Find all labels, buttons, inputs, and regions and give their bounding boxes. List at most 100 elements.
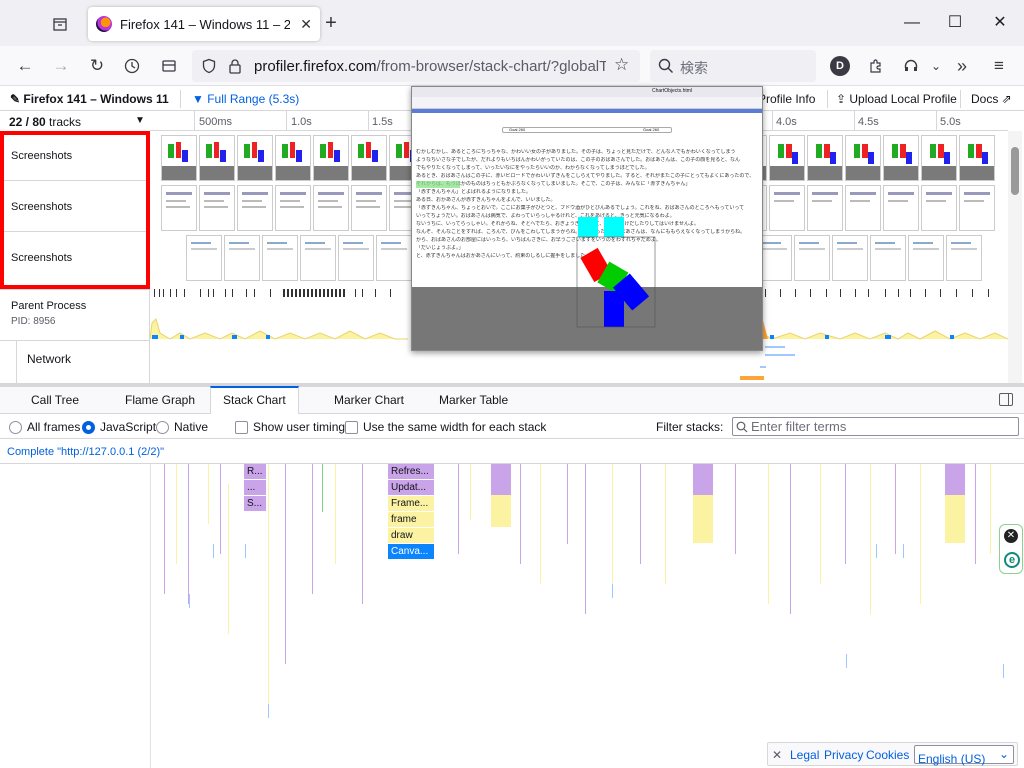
close-footer-icon[interactable]: ✕ bbox=[772, 748, 782, 762]
breadcrumb-item[interactable]: Complete "http://127.0.0.1 (2/2)" bbox=[7, 446, 164, 458]
sidebar-toggle-icon[interactable] bbox=[999, 393, 1013, 406]
e-logo-icon[interactable]: e bbox=[1004, 552, 1020, 568]
screenshot-thumbnail[interactable] bbox=[186, 235, 222, 281]
screenshot-thumbnail[interactable] bbox=[845, 135, 881, 181]
stack-frame[interactable]: frame bbox=[388, 512, 434, 527]
stack-column[interactable] bbox=[693, 464, 713, 543]
screenshot-thumbnail[interactable] bbox=[300, 235, 336, 281]
screenshots-track-labels[interactable]: Screenshots Screenshots Screenshots bbox=[0, 131, 150, 289]
stack-frame[interactable]: Refres... bbox=[388, 464, 434, 479]
screenshot-thumbnail[interactable] bbox=[921, 135, 957, 181]
lock-icon[interactable] bbox=[228, 58, 242, 74]
privacy-link[interactable]: Privacy bbox=[824, 748, 863, 762]
screenshot-thumbnail[interactable] bbox=[161, 135, 197, 181]
screenshot-thumbnail[interactable] bbox=[161, 185, 197, 231]
headset-button[interactable] bbox=[897, 52, 925, 80]
search-bar[interactable]: 検索 bbox=[650, 50, 816, 82]
stack-frame[interactable]: Canva... bbox=[388, 544, 434, 559]
screenshot-thumbnail[interactable] bbox=[313, 135, 349, 181]
hamburger-menu-icon[interactable]: ≡ bbox=[985, 52, 1013, 80]
legal-link[interactable]: Legal bbox=[790, 748, 819, 762]
network-track-label[interactable]: Network bbox=[16, 340, 150, 383]
timeline-scrollbar[interactable] bbox=[1008, 131, 1022, 383]
stack-frame[interactable]: Frame... bbox=[388, 496, 434, 511]
forward-button[interactable]: → bbox=[47, 52, 75, 80]
screenshot-thumbnail[interactable] bbox=[275, 135, 311, 181]
stack-frame[interactable]: R... bbox=[244, 464, 266, 479]
filter-stacks-input[interactable]: Enter filter terms bbox=[732, 417, 1019, 436]
maximize-button[interactable]: ☐ bbox=[940, 8, 970, 38]
extensions-button[interactable] bbox=[862, 52, 890, 80]
screenshot-thumbnail[interactable] bbox=[275, 185, 311, 231]
screenshot-thumbnail[interactable] bbox=[883, 135, 919, 181]
screenshot-thumbnail[interactable] bbox=[313, 185, 349, 231]
bookmark-star-icon[interactable]: ☆ bbox=[614, 55, 629, 75]
overflow-menu-icon[interactable]: » bbox=[948, 52, 976, 80]
stack-chart[interactable]: R... ... S... Refres... Updat... Frame..… bbox=[0, 464, 1024, 768]
screenshot-thumbnail[interactable] bbox=[807, 185, 843, 231]
tab-marker-table[interactable]: Marker Table bbox=[427, 387, 520, 414]
close-window-button[interactable]: ✕ bbox=[985, 8, 1015, 38]
stack-column[interactable] bbox=[491, 464, 511, 527]
url-bar[interactable]: profiler.firefox.com/from-browser/stack-… bbox=[192, 50, 640, 82]
screenshot-thumbnail[interactable] bbox=[959, 185, 995, 231]
screenshot-thumbnail[interactable] bbox=[807, 135, 843, 181]
screenshot-thumbnail[interactable] bbox=[199, 135, 235, 181]
track-count-button[interactable]: 22 / 80 tracks ▼ bbox=[9, 115, 145, 129]
screenshot-thumbnail[interactable] bbox=[376, 235, 412, 281]
screenshot-thumbnail[interactable] bbox=[351, 185, 387, 231]
stack-frame[interactable]: ... bbox=[244, 480, 266, 495]
sidebar-button[interactable] bbox=[155, 52, 183, 80]
screenshot-thumbnail[interactable] bbox=[946, 235, 982, 281]
screenshot-thumbnail[interactable] bbox=[224, 235, 260, 281]
history-button[interactable] bbox=[118, 52, 146, 80]
tab-flame-graph[interactable]: Flame Graph bbox=[113, 387, 207, 414]
profile-info-button[interactable]: Profile Info bbox=[758, 92, 815, 106]
tab-marker-chart[interactable]: Marker Chart bbox=[322, 387, 416, 414]
browser-tab[interactable]: Firefox 141 – Windows 11 – 2025 ✕ bbox=[88, 7, 320, 41]
stack-frame[interactable]: S... bbox=[244, 496, 266, 511]
stack-column[interactable] bbox=[945, 464, 965, 543]
radio-javascript[interactable]: JavaScript bbox=[82, 420, 156, 434]
screenshot-thumbnail[interactable] bbox=[769, 135, 805, 181]
screenshot-thumbnail[interactable] bbox=[832, 235, 868, 281]
profile-name[interactable]: ✎ Firefox 141 – Windows 11 bbox=[10, 92, 169, 106]
chevron-down-icon[interactable]: ⌄ bbox=[922, 52, 950, 80]
screenshot-thumbnail[interactable] bbox=[237, 135, 273, 181]
screenshot-thumbnail[interactable] bbox=[262, 235, 298, 281]
screenshot-thumbnail[interactable] bbox=[870, 235, 906, 281]
screenshot-thumbnail[interactable] bbox=[237, 185, 273, 231]
screenshots-track-label[interactable]: Screenshots bbox=[11, 252, 72, 264]
addon-badge[interactable]: ✕ e bbox=[999, 524, 1023, 574]
stack-frame[interactable]: Updat... bbox=[388, 480, 434, 495]
screenshot-thumbnail[interactable] bbox=[921, 185, 957, 231]
scrollbar-thumb[interactable] bbox=[1011, 147, 1019, 195]
radio-native[interactable]: Native bbox=[156, 420, 208, 434]
cookies-link[interactable]: Cookies bbox=[866, 748, 909, 762]
screenshot-thumbnail[interactable] bbox=[338, 235, 374, 281]
same-width-checkbox[interactable]: Use the same width for each stack bbox=[345, 420, 546, 434]
committed-range[interactable]: ▼ Full Range (5.3s) bbox=[192, 92, 299, 106]
screenshot-thumbnail[interactable] bbox=[199, 185, 235, 231]
tab-stack-chart[interactable]: Stack Chart bbox=[210, 386, 299, 414]
show-user-timing-checkbox[interactable]: Show user timing bbox=[235, 420, 345, 434]
back-button[interactable]: ← bbox=[11, 52, 39, 80]
minimize-button[interactable]: — bbox=[897, 8, 927, 38]
screenshot-thumbnail[interactable] bbox=[351, 135, 387, 181]
parent-process-track-label[interactable]: Parent Process PID: 8956 bbox=[0, 289, 150, 340]
screenshot-thumbnail[interactable] bbox=[883, 185, 919, 231]
account-avatar[interactable]: D bbox=[830, 56, 850, 76]
language-select[interactable]: English (US) ⌄ bbox=[914, 745, 1014, 766]
upload-button[interactable]: ⇪ Upload Local Profile bbox=[836, 92, 957, 106]
new-tab-button[interactable]: + bbox=[320, 10, 342, 36]
screenshot-thumbnail[interactable] bbox=[845, 185, 881, 231]
tab-call-tree[interactable]: Call Tree bbox=[19, 387, 91, 414]
docs-link[interactable]: Docs ⇗ bbox=[971, 92, 1012, 106]
screenshot-thumbnail[interactable] bbox=[769, 185, 805, 231]
screenshots-track-label[interactable]: Screenshots bbox=[11, 201, 72, 213]
close-tab-icon[interactable]: ✕ bbox=[300, 16, 312, 33]
screenshot-thumbnail[interactable] bbox=[959, 135, 995, 181]
screenshots-track-label[interactable]: Screenshots bbox=[11, 150, 72, 162]
screenshot-thumbnail[interactable] bbox=[908, 235, 944, 281]
stack-frame[interactable]: draw bbox=[388, 528, 434, 543]
